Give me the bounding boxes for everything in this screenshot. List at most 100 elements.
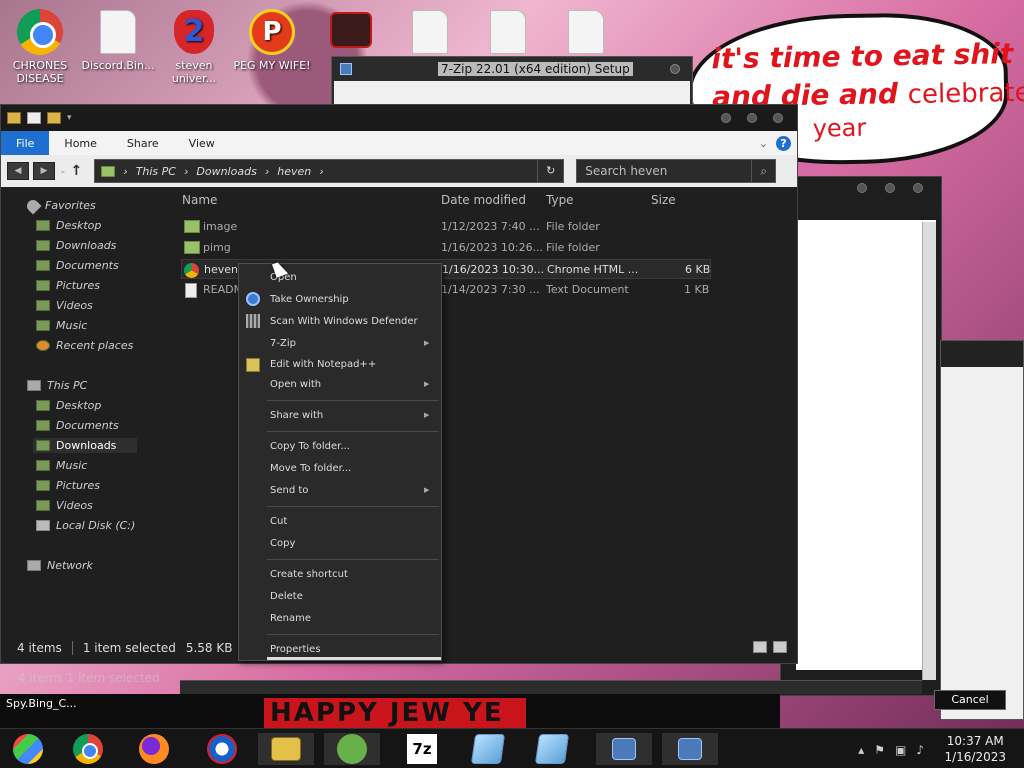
- maximize-icon[interactable]: [885, 183, 895, 193]
- horizontal-scrollbar[interactable]: [180, 680, 922, 694]
- menu-item-send-to[interactable]: Send to: [270, 485, 431, 496]
- vertical-scrollbar[interactable]: [922, 222, 936, 680]
- table-row[interactable]: pimg 1/16/2023 10:26... File folder: [181, 238, 711, 258]
- menu-item-share-with[interactable]: Share with: [270, 410, 430, 421]
- menu-item-properties[interactable]: Properties: [270, 644, 321, 655]
- maximize-icon[interactable]: [747, 113, 757, 123]
- forward-button[interactable]: ▶: [33, 162, 55, 180]
- taskbar-clock[interactable]: 10:37 AM 1/16/2023: [944, 733, 1006, 765]
- menu-item-take-ownership[interactable]: Take Ownership: [270, 294, 349, 305]
- menu-item-create-shortcut[interactable]: Create shortcut: [270, 569, 348, 580]
- new-folder-icon[interactable]: [47, 112, 61, 124]
- column-header-size[interactable]: Size: [651, 193, 676, 207]
- volume-icon[interactable]: ♪: [916, 743, 924, 757]
- taskbar-notepad[interactable]: [460, 733, 516, 765]
- breadcrumb-downloads[interactable]: Downloads: [196, 165, 256, 178]
- taskbar-7zip[interactable]: 7z: [394, 733, 450, 765]
- nav-fav-downloads[interactable]: Downloads: [36, 239, 116, 252]
- tab-file[interactable]: File: [1, 131, 50, 155]
- chevron-down-icon[interactable]: ⌄: [59, 166, 67, 176]
- menu-item-move-to[interactable]: Move To folder...: [270, 463, 351, 474]
- menu-item-open-with[interactable]: Open with: [270, 379, 430, 390]
- taskbar-setup-2[interactable]: [662, 733, 718, 765]
- taskbar-setup-1[interactable]: [596, 733, 652, 765]
- start-button[interactable]: [0, 733, 56, 765]
- nav-pc-downloads[interactable]: Downloads: [33, 438, 137, 453]
- taskbar-notepad-2[interactable]: [524, 733, 580, 765]
- refresh-icon[interactable]: ↻: [537, 160, 563, 182]
- taskbar-opera[interactable]: [194, 733, 250, 765]
- menu-item-rename[interactable]: Rename: [270, 613, 311, 624]
- chevron-down-icon[interactable]: ⌄: [759, 137, 768, 150]
- breadcrumb-this-pc[interactable]: This PC: [136, 165, 176, 178]
- desktop-icon-chrones[interactable]: CHRONES DISEASE: [0, 8, 80, 85]
- tab-share[interactable]: Share: [112, 131, 174, 155]
- menu-item-7zip[interactable]: 7-Zip: [270, 338, 429, 349]
- menu-item-cut[interactable]: Cut: [270, 516, 287, 527]
- nav-this-pc[interactable]: This PC: [27, 379, 87, 392]
- close-icon[interactable]: [670, 64, 680, 74]
- chevron-right-icon[interactable]: ›: [184, 165, 188, 178]
- up-arrow-icon[interactable]: ↑: [71, 163, 83, 179]
- nav-pc-music[interactable]: Music: [36, 459, 87, 472]
- nav-network[interactable]: Network: [27, 559, 93, 572]
- address-bar[interactable]: › This PC › Downloads › heven › ↻: [94, 159, 565, 183]
- tab-home[interactable]: Home: [49, 131, 111, 155]
- column-header-type[interactable]: Type: [546, 193, 574, 207]
- menu-item-scan-defender[interactable]: Scan With Windows Defender: [270, 316, 418, 327]
- menu-item-delete[interactable]: Delete: [270, 591, 303, 602]
- app-icon[interactable]: [330, 12, 372, 48]
- thumbnails-view-icon[interactable]: [773, 641, 787, 653]
- taskbar-chrome[interactable]: [60, 733, 116, 765]
- chevron-right-icon[interactable]: ›: [123, 165, 127, 178]
- menu-item-copy[interactable]: Copy: [270, 538, 295, 549]
- chevron-up-icon[interactable]: ▴: [858, 743, 864, 757]
- nav-fav-pictures[interactable]: Pictures: [36, 279, 100, 292]
- table-row[interactable]: image 1/12/2023 7:40 ... File folder: [181, 217, 711, 237]
- close-icon[interactable]: [913, 183, 923, 193]
- titlebar[interactable]: [941, 341, 1023, 367]
- chevron-right-icon[interactable]: ›: [319, 165, 323, 178]
- search-icon[interactable]: ⌕: [751, 160, 775, 182]
- properties-icon[interactable]: [27, 112, 41, 124]
- help-icon[interactable]: ?: [776, 135, 791, 151]
- network-status-icon[interactable]: ▣: [895, 743, 906, 757]
- back-button[interactable]: ◀: [7, 162, 29, 180]
- column-header-date[interactable]: Date modified: [441, 193, 526, 207]
- nav-fav-documents[interactable]: Documents: [36, 259, 119, 272]
- desktop-icon-steven-universe[interactable]: 2 steven univer...: [154, 8, 234, 85]
- file-icon[interactable]: [412, 10, 448, 54]
- nav-fav-music[interactable]: Music: [36, 319, 87, 332]
- search-input[interactable]: Search heven ⌕: [576, 159, 777, 183]
- taskbar-file-explorer[interactable]: [258, 733, 314, 765]
- close-icon[interactable]: [773, 113, 783, 123]
- file-icon[interactable]: [568, 10, 604, 54]
- tab-view[interactable]: View: [174, 131, 230, 155]
- nav-pc-videos[interactable]: Videos: [36, 499, 93, 512]
- zip-setup-window[interactable]: 7-Zip 22.01 (x64 edition) Setup: [331, 56, 693, 108]
- flag-icon[interactable]: ⚑: [874, 743, 885, 757]
- folder-icon[interactable]: [7, 112, 21, 124]
- minimize-icon[interactable]: [721, 113, 731, 123]
- nav-pc-documents[interactable]: Documents: [36, 419, 119, 432]
- chevron-right-icon[interactable]: ›: [265, 165, 269, 178]
- nav-pc-pictures[interactable]: Pictures: [36, 479, 100, 492]
- details-view-icon[interactable]: [753, 641, 767, 653]
- chevron-down-icon[interactable]: ▾: [67, 113, 72, 123]
- column-header-name[interactable]: Name: [182, 193, 217, 207]
- nav-fav-videos[interactable]: Videos: [36, 299, 93, 312]
- menu-item-edit-notepad[interactable]: Edit with Notepad++: [270, 359, 376, 370]
- nav-fav-recent[interactable]: Recent places: [36, 339, 133, 352]
- nav-pc-local-disk[interactable]: Local Disk (C:): [36, 519, 135, 532]
- desktop-icon-discord-bin[interactable]: Discord.Bin...: [78, 8, 158, 72]
- file-icon[interactable]: [490, 10, 526, 54]
- cancel-button[interactable]: Cancel: [934, 690, 1006, 710]
- breadcrumb-heven[interactable]: heven: [277, 165, 311, 178]
- desktop-icon-peg[interactable]: P PEG MY WIFE!: [232, 8, 312, 72]
- nav-pc-desktop[interactable]: Desktop: [36, 399, 101, 412]
- menu-item-copy-to[interactable]: Copy To folder...: [270, 441, 350, 452]
- minimize-icon[interactable]: [857, 183, 867, 193]
- zip-setup-titlebar[interactable]: 7-Zip 22.01 (x64 edition) Setup: [332, 57, 692, 81]
- taskbar-firefox[interactable]: [126, 733, 182, 765]
- background-window-2[interactable]: [940, 340, 1024, 720]
